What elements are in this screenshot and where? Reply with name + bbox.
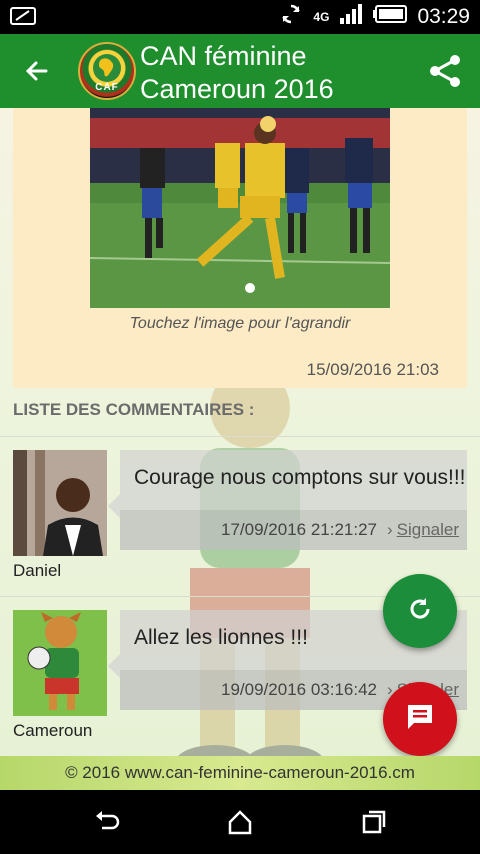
app-bar: CAF CAN féminine Cameroun 2016: [0, 34, 480, 108]
content-area[interactable]: Touchez l'image pour l'agrandir 15/09/20…: [0, 108, 480, 790]
logo-text: CAF: [95, 82, 119, 93]
image-caption: Touchez l'image pour l'agrandir: [129, 315, 351, 332]
report-link[interactable]: ›Signaler: [387, 520, 459, 540]
nav-home-icon[interactable]: [226, 808, 254, 836]
article-card: Touchez l'image pour l'agrandir 15/09/20…: [13, 108, 467, 388]
nav-recents-icon[interactable]: [360, 808, 388, 836]
network-type-label: 4G: [313, 10, 330, 24]
nav-back-icon[interactable]: [94, 808, 122, 836]
share-icon[interactable]: [426, 52, 464, 90]
comment-date: 17/09/2016 21:21:27: [221, 520, 377, 539]
avatar: [13, 450, 107, 556]
refresh-icon: [406, 595, 434, 628]
screenshot-icon: [10, 6, 36, 26]
comment-author: Cameroun: [13, 721, 93, 740]
comment-date: 19/09/2016 03:16:42: [221, 680, 377, 699]
add-comment-button[interactable]: [383, 682, 457, 756]
navigation-bar: [0, 790, 480, 854]
comments-header: LISTE DES COMMENTAIRES :: [13, 400, 255, 419]
article-date: 15/09/2016 21:03: [306, 360, 439, 379]
back-arrow-icon[interactable]: [20, 54, 54, 88]
signal-icon: [339, 3, 363, 31]
avatar: [13, 610, 107, 716]
chat-icon: [404, 701, 436, 738]
caret-icon: ›: [386, 520, 393, 539]
footer: © 2016 www.can-feminine-cameroun-2016.cm: [0, 756, 480, 790]
comment-item: Daniel Courage nous comptons sur vous!!!…: [0, 436, 480, 596]
comment-bubble: Courage nous comptons sur vous!!!: [120, 450, 467, 510]
comment-author: Daniel: [13, 561, 62, 580]
sync-icon: [279, 2, 303, 32]
battery-icon: [373, 5, 408, 29]
comment-meta: 17/09/2016 21:21:27 › Signaler: [120, 510, 467, 550]
comment-text: Courage nous comptons sur vous!!!: [134, 466, 466, 489]
page-title: CAN féminine Cameroun 2016: [140, 41, 334, 104]
article-photo[interactable]: [90, 108, 390, 308]
status-bar: 4G 03:29: [0, 0, 480, 34]
status-time: 03:29: [417, 5, 470, 28]
caf-logo: CAF: [78, 42, 136, 100]
bubble-pointer: [108, 654, 120, 678]
refresh-button[interactable]: [383, 574, 457, 648]
comment-text: Allez les lionnes !!!: [134, 626, 308, 649]
bubble-pointer: [108, 494, 120, 518]
report-label: Signaler: [396, 520, 459, 539]
